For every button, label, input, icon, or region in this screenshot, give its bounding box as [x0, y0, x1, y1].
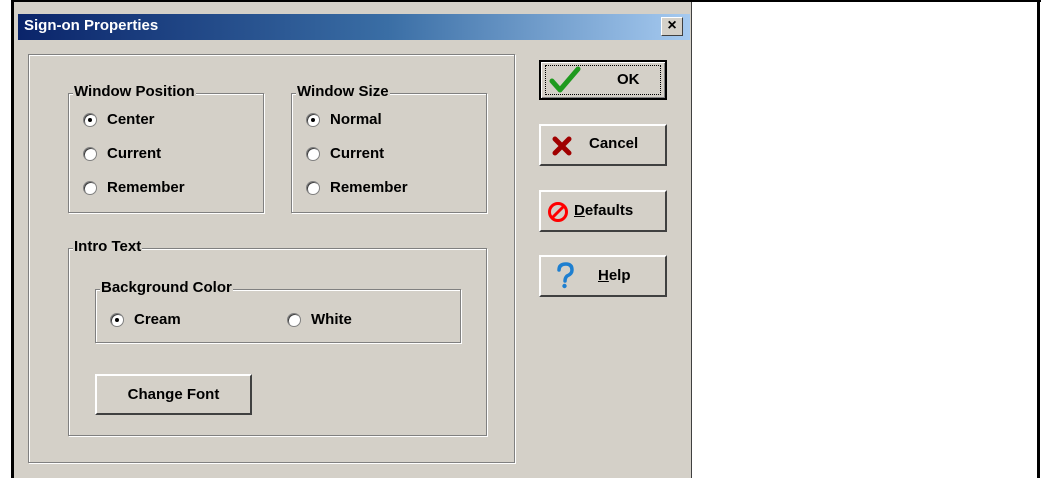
- radio-label: Current: [107, 145, 162, 162]
- help-label-rest: elp: [608, 267, 631, 284]
- radio-color-cream[interactable]: Cream: [110, 311, 181, 328]
- background-color-label: Background Color: [100, 279, 233, 296]
- change-font-button[interactable]: Change Font: [95, 374, 252, 415]
- intro-text-label: Intro Text: [73, 238, 143, 255]
- help-label: Help: [598, 267, 631, 284]
- question-icon: [555, 261, 575, 293]
- check-icon: [549, 66, 581, 98]
- window-position-group: Window Position Center Current Remember: [68, 83, 264, 213]
- radio-icon: [83, 180, 97, 195]
- window-size-group: Window Size Normal Current Remember: [291, 83, 487, 213]
- ok-button[interactable]: OK: [539, 60, 667, 100]
- radio-size-normal[interactable]: Normal: [306, 111, 382, 128]
- frame-right-border: [1037, 0, 1040, 478]
- radio-icon: [306, 146, 320, 161]
- radio-icon: [83, 146, 97, 161]
- close-icon: ×: [667, 17, 677, 34]
- intro-text-group: Intro Text Background Color Cream White …: [68, 238, 487, 436]
- radio-position-current[interactable]: Current: [83, 145, 161, 162]
- defaults-accelerator: D: [574, 202, 585, 219]
- radio-label: Normal: [330, 111, 382, 128]
- window-size-label: Window Size: [296, 83, 390, 100]
- settings-panel: Window Position Center Current Remember …: [28, 54, 515, 463]
- defaults-label-rest: efaults: [584, 202, 634, 219]
- radio-label: White: [311, 311, 352, 328]
- radio-label: Current: [330, 145, 385, 162]
- defaults-button[interactable]: Defaults: [539, 190, 667, 232]
- defaults-label: Defaults: [574, 202, 633, 219]
- radio-icon: [306, 180, 320, 195]
- radio-label: Center: [107, 111, 155, 128]
- change-font-label: Change Font: [127, 386, 220, 403]
- cancel-label: Cancel: [589, 135, 639, 152]
- radio-position-center[interactable]: Center: [83, 111, 155, 128]
- no-sign-icon: [547, 201, 569, 227]
- help-button[interactable]: Help: [539, 255, 667, 297]
- radio-size-remember[interactable]: Remember: [306, 179, 408, 196]
- title-bar[interactable]: Sign-on Properties ×: [18, 14, 690, 40]
- ok-label: OK: [617, 71, 640, 88]
- radio-label: Remember: [330, 179, 408, 196]
- radio-icon: [110, 312, 124, 327]
- window-title: Sign-on Properties: [24, 17, 159, 34]
- radio-icon: [287, 312, 301, 327]
- radio-label: Cream: [134, 311, 181, 328]
- radio-color-white[interactable]: White: [287, 311, 352, 328]
- window-position-label: Window Position: [73, 83, 196, 100]
- x-icon: [552, 136, 572, 160]
- radio-size-current[interactable]: Current: [306, 145, 384, 162]
- close-button[interactable]: ×: [661, 17, 683, 36]
- cancel-button[interactable]: Cancel: [539, 124, 667, 166]
- radio-icon: [83, 112, 97, 127]
- background-color-group: Background Color Cream White: [95, 279, 461, 343]
- radio-position-remember[interactable]: Remember: [83, 179, 185, 196]
- help-accelerator: H: [598, 267, 609, 284]
- radio-icon: [306, 112, 320, 127]
- radio-label: Remember: [107, 179, 185, 196]
